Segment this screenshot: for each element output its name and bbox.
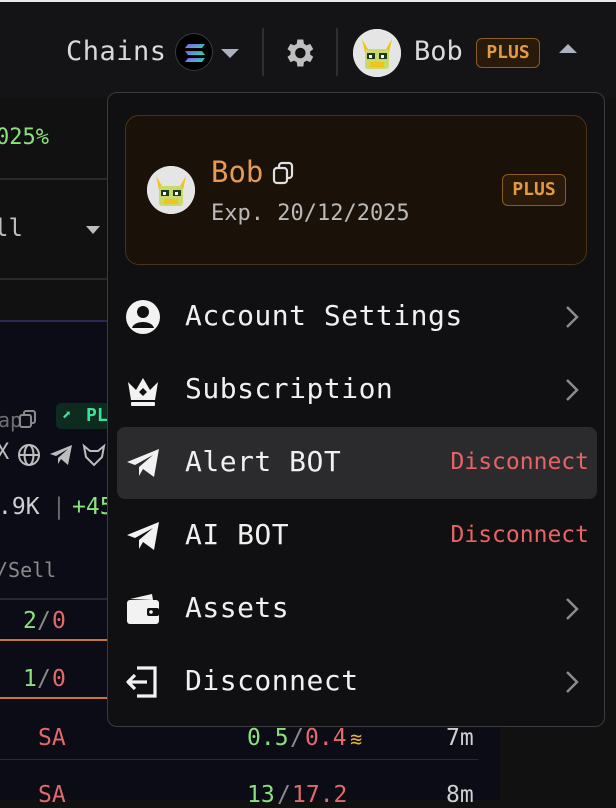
user-circle-icon — [126, 300, 160, 334]
menu-item-label: Disconnect — [185, 664, 359, 697]
menu-item-label: Alert BOT — [185, 445, 342, 478]
sell-count: 0 — [52, 666, 66, 692]
profile-card: Bob Exp. 20/12/2025 PLUS — [125, 115, 587, 265]
trade-age: 7m — [446, 725, 474, 751]
profile-avatar — [147, 166, 195, 214]
top-bar: Chains Bob PLUS — [0, 0, 616, 98]
buy-count: 1 — [23, 666, 37, 692]
buy-count: 2 — [23, 608, 37, 634]
menu-item-label: Subscription — [185, 372, 394, 405]
user-name[interactable]: Bob — [414, 36, 463, 67]
telegram-icon[interactable] — [48, 443, 74, 467]
menu-item-label: Assets — [185, 591, 290, 624]
plan-badge: PLUS — [502, 174, 566, 206]
stat-separator: | — [52, 494, 66, 520]
globe-icon[interactable] — [17, 443, 41, 467]
logout-icon — [126, 666, 157, 698]
menu-item-assets[interactable]: Assets — [117, 573, 597, 645]
trade-sell: 17.2 — [292, 782, 348, 808]
menu-item-disconnect[interactable]: Disconnect — [117, 646, 597, 718]
divider — [0, 178, 108, 180]
profile-name: Bob — [211, 155, 264, 189]
avatar[interactable] — [353, 29, 401, 77]
menu-item-alert-bot[interactable]: Alert BOT Disconnect — [117, 427, 597, 499]
sell-count: 0 — [52, 608, 66, 634]
menu-item-label: Account Settings — [185, 299, 463, 332]
menu-chevron-up-icon[interactable] — [559, 44, 577, 53]
pill-icon: ⬈ — [62, 405, 72, 424]
menu-item-ai-bot[interactable]: AI BOT Disconnect — [117, 500, 597, 572]
slash: / — [290, 725, 304, 751]
filter-chevron-down-icon[interactable] — [86, 226, 100, 234]
disconnect-link[interactable]: Disconnect — [451, 449, 589, 475]
menu-item-subscription[interactable]: Subscription — [117, 354, 597, 426]
trade-sell: 0.4 — [305, 725, 347, 751]
percent-value: 025% — [0, 125, 49, 150]
divider — [262, 28, 264, 76]
chevron-right-icon — [566, 379, 579, 401]
subscription-expiry: Exp. 20/12/2025 — [211, 201, 410, 226]
menu-item-label: AI BOT — [185, 518, 290, 551]
column-header: /Sell — [0, 558, 57, 582]
slash: / — [37, 666, 51, 692]
disconnect-link[interactable]: Disconnect — [451, 522, 589, 548]
chevron-right-icon — [566, 306, 579, 328]
trade-age: 8m — [446, 782, 474, 808]
divider — [0, 759, 478, 760]
row-highlight — [0, 697, 108, 699]
filter-select[interactable]: ll — [0, 214, 23, 242]
gear-icon[interactable] — [281, 35, 317, 71]
chains-chevron-down-icon[interactable] — [221, 49, 239, 58]
trade-buy: 0.5 — [247, 725, 289, 751]
solana-icon[interactable] — [175, 33, 213, 71]
slash: / — [37, 608, 51, 634]
copy-icon[interactable] — [271, 161, 295, 185]
chevron-right-icon — [566, 671, 579, 693]
telegram-icon — [127, 449, 159, 477]
crown-icon — [128, 378, 158, 406]
divider — [0, 598, 108, 600]
copy-icon[interactable] — [18, 409, 38, 429]
solana-small-icon: ≋ — [350, 727, 363, 751]
slash: / — [277, 782, 291, 808]
x-icon[interactable]: X — [0, 440, 9, 465]
chains-label[interactable]: Chains — [66, 36, 167, 67]
row-highlight — [0, 639, 108, 641]
chevron-right-icon — [566, 598, 579, 620]
user-menu-dropdown: Bob Exp. 20/12/2025 PLUS Account Setting… — [107, 92, 605, 727]
plan-badge: PLUS — [476, 38, 540, 68]
stat-value: .9K — [0, 494, 40, 520]
fox-icon[interactable] — [82, 443, 106, 467]
pill-tag-label: PL — [86, 405, 108, 426]
wallet-icon — [127, 594, 159, 624]
divider — [0, 278, 108, 280]
trade-buy: 13 — [247, 782, 275, 808]
trade-symbol: SA — [38, 782, 66, 808]
divider — [336, 28, 338, 76]
telegram-icon — [127, 522, 159, 550]
menu-item-account-settings[interactable]: Account Settings — [117, 281, 597, 353]
trade-symbol: SA — [38, 725, 66, 751]
